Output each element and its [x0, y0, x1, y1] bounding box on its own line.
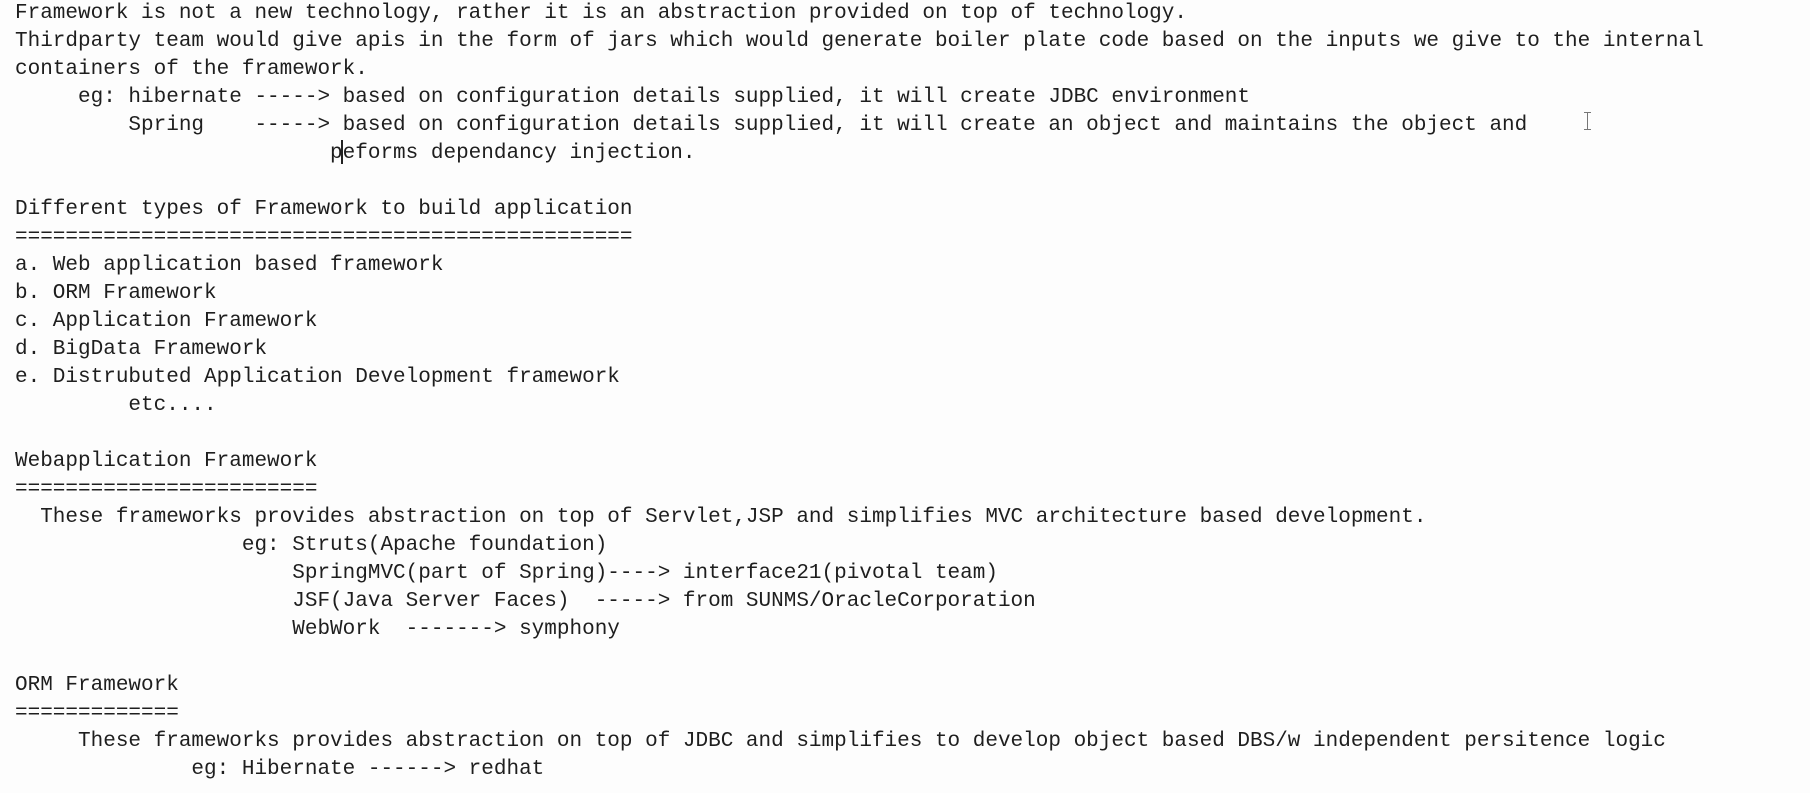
section-heading: ORM Framework	[15, 674, 179, 697]
text-line: Framework is not a new technology, rathe…	[15, 2, 1187, 25]
text-line: etc....	[15, 394, 217, 417]
text-line: eg: hibernate -----> based on configurat…	[15, 86, 1251, 109]
text-line	[15, 168, 1704, 196]
heading-underline: =============	[15, 702, 179, 725]
text-line: These frameworks provides abstraction on…	[15, 506, 1427, 529]
heading-underline: ========================================…	[15, 226, 633, 249]
section-heading: Different types of Framework to build ap…	[15, 198, 633, 221]
list-item: a. Web application based framework	[15, 254, 444, 277]
list-item: b. ORM Framework	[15, 282, 217, 305]
text-line: JSF(Java Server Faces) -----> from SUNMS…	[15, 590, 1036, 613]
heading-underline: ========================	[15, 478, 318, 501]
text-content[interactable]: Framework is not a new technology, rathe…	[15, 0, 1704, 784]
text-line: eg: Hibernate ------> redhat	[15, 758, 545, 781]
text-line: eg: Struts(Apache foundation)	[15, 534, 608, 557]
text-line: These frameworks provides abstraction on…	[15, 730, 1666, 753]
text-line: WebWork -------> symphony	[15, 618, 620, 641]
text-line	[15, 420, 1704, 448]
list-item: d. BigData Framework	[15, 338, 268, 361]
text-line: Thirdparty team would give apis in the f…	[15, 30, 1704, 53]
text-line: SpringMVC(part of Spring)----> interface…	[15, 562, 998, 585]
text-line: containers of the framework.	[15, 58, 368, 81]
text-line	[15, 644, 1704, 672]
section-heading: Webapplication Framework	[15, 450, 318, 473]
text-caret	[341, 140, 343, 164]
text-line: peforms dependancy injection.	[15, 142, 696, 165]
list-item: c. Application Framework	[15, 310, 318, 333]
list-item: e. Distrubuted Application Development f…	[15, 366, 620, 389]
text-line: Spring -----> based on configuration det…	[15, 114, 1528, 137]
ibeam-cursor-icon	[1583, 111, 1593, 131]
text-editor[interactable]: Framework is not a new technology, rathe…	[0, 0, 1810, 793]
